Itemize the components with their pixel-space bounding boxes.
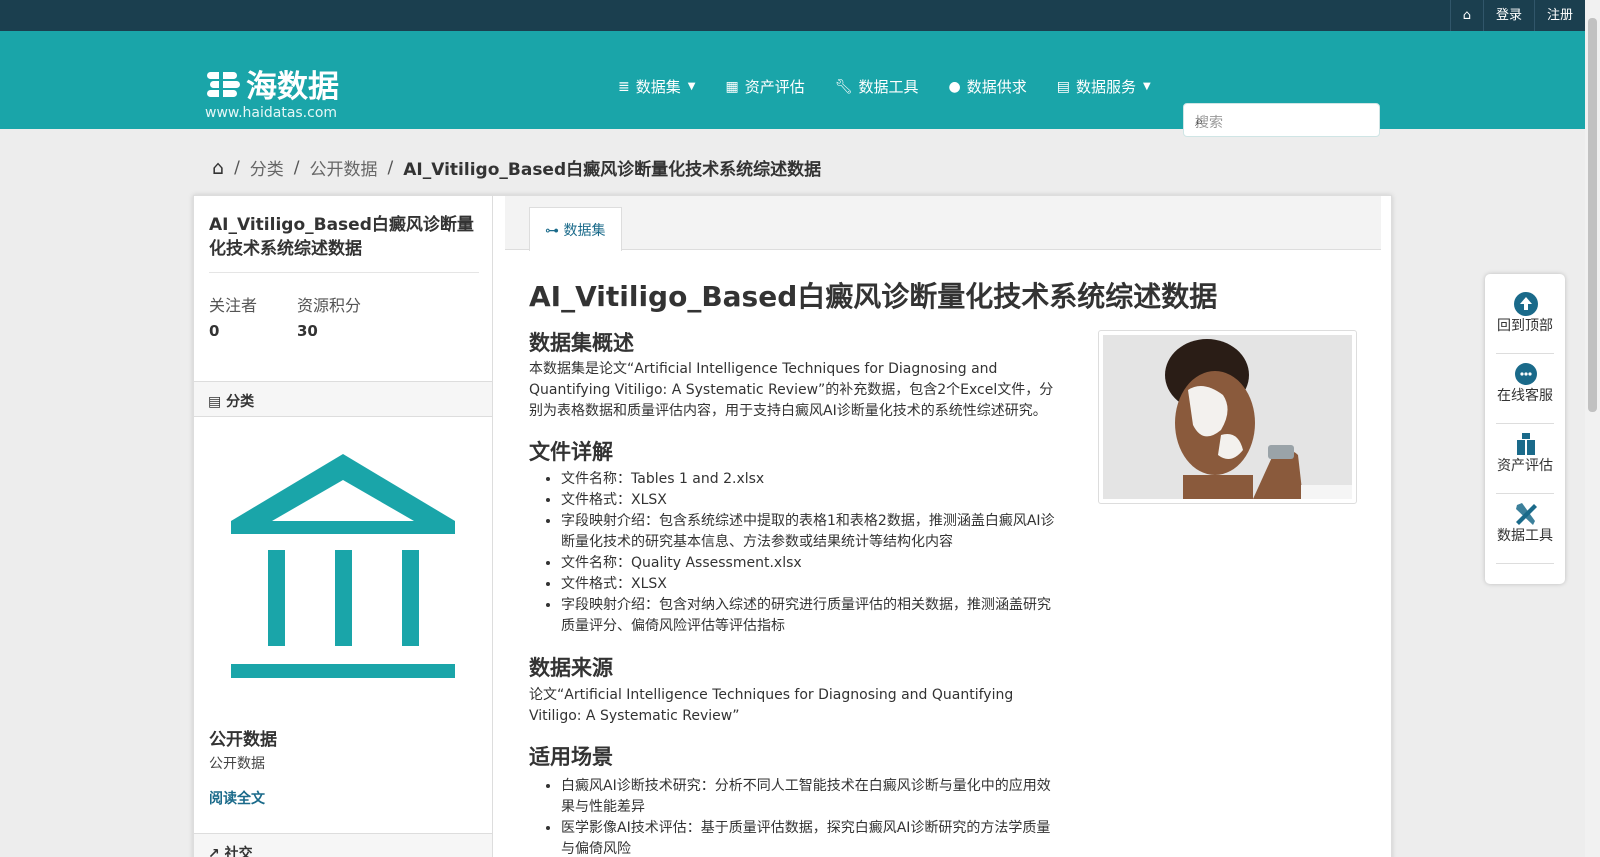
sidebar-title: AI_Vitiligo_Based白癜风诊断量化技术系统综述数据: [209, 215, 474, 259]
source-heading: 数据来源: [529, 656, 613, 680]
points-value: 30: [297, 322, 318, 340]
server-icon: ▤: [1056, 78, 1070, 95]
nav-datasets-label: 数据集: [635, 78, 681, 96]
institution-icon: [231, 454, 455, 682]
nav-asset-valuation-label: 资产评估: [744, 78, 805, 96]
top-links: ⌂ 登录 注册: [1449, 0, 1585, 31]
breadcrumb-current: AI_Vitiligo_Based白癜风诊断量化技术系统综述数据: [403, 160, 822, 180]
clipboard-icon: [1513, 431, 1539, 457]
asset-valuation-label: 资产评估: [1497, 458, 1553, 474]
online-support-label: 在线客服: [1497, 388, 1553, 404]
followers-label: 关注者: [209, 296, 258, 315]
files-list: 文件名称：Tables 1 and 2.xlsx 文件格式：XLSX 字段映射介…: [561, 469, 1064, 637]
calculator-icon: ▦: [725, 78, 739, 95]
source-text: 论文“Artificial Intelligence Techniques fo…: [529, 687, 1014, 724]
tab-bar: ⊶ 数据集: [505, 196, 1381, 251]
data-tools-button[interactable]: 数据工具: [1496, 501, 1554, 564]
caret-down-icon: ▼: [1142, 81, 1151, 92]
database-icon: ≣: [618, 78, 630, 95]
nav-data-supply[interactable]: ● 数据供求: [949, 76, 1027, 97]
login-link[interactable]: 登录: [1482, 0, 1534, 31]
page-scrollbar[interactable]: [1585, 0, 1600, 857]
list-item: 文件格式：XLSX: [561, 490, 1064, 511]
social-header-label: 社交: [224, 846, 253, 857]
category-name: 公开数据: [209, 730, 277, 750]
scrollbar-thumb[interactable]: [1588, 18, 1597, 412]
nav-data-supply-label: 数据供求: [966, 78, 1027, 96]
read-more-link[interactable]: 阅读全文: [209, 788, 265, 808]
category-section-header: ▤ 分类: [194, 381, 492, 417]
list-item: 白癜风AI诊断技术研究：分析不同人工智能技术在白癜风诊断与量化中的应用效果与性能…: [561, 776, 1064, 818]
nav-asset-valuation[interactable]: ▦ 资产评估: [725, 76, 804, 97]
sidebar: AI_Vitiligo_Based白癜风诊断量化技术系统综述数据 关注者 资源积…: [194, 196, 493, 857]
logo-mark-icon: [205, 69, 242, 99]
social-section-header: ↗ 社交: [194, 833, 492, 857]
breadcrumb-public-data[interactable]: 公开数据: [310, 155, 378, 180]
home-icon: ⌂: [1462, 8, 1471, 23]
followers-value: 0: [209, 322, 220, 340]
category-description: 公开数据: [209, 756, 265, 772]
list-item: 文件格式：XLSX: [561, 574, 1064, 595]
list-item: 字段映射介绍：包含对纳入综述的研究进行质量评估的相关数据，推测涵盖研究质量评分、…: [561, 595, 1064, 637]
home-icon[interactable]: ⌂: [212, 157, 224, 179]
nav-data-tools-label: 数据工具: [858, 78, 919, 96]
list-item: 字段映射介绍：包含系统综述中提取的表格1和表格2数据，推测涵盖白癜风AI诊断量化…: [561, 511, 1064, 553]
files-heading: 文件详解: [529, 440, 613, 464]
dataset-image: [1098, 330, 1357, 504]
list-item: 文件名称：Quality Assessment.xlsx: [561, 553, 1064, 574]
data-tools-label: 数据工具: [1497, 528, 1553, 544]
search-icon[interactable]: ⌕: [1195, 112, 1365, 130]
overview-heading: 数据集概述: [529, 331, 634, 355]
home-link[interactable]: ⌂: [1449, 0, 1483, 31]
nav-datasets[interactable]: ≣ 数据集 ▼: [618, 76, 695, 97]
logo-text: 海数据: [246, 69, 339, 105]
share-icon: ↗: [208, 846, 220, 857]
top-bar: ⌂ 登录 注册: [0, 0, 1585, 31]
dataset-photo: [1103, 335, 1352, 499]
dataset-title: AI_Vitiligo_Based白癜风诊断量化技术系统综述数据: [529, 280, 1218, 313]
floating-toolbar: 回到顶部 在线客服 资产评估 数据工具: [1485, 274, 1565, 584]
comment-icon: ●: [948, 78, 961, 95]
sitemap-icon: ⊶: [545, 223, 559, 239]
main-nav: ≣ 数据集 ▼ ▦ 资产评估 🔧︎ 数据工具 ● 数据供求 ▤ 数据服务 ▼: [618, 76, 1181, 97]
building-small-icon: ▤: [208, 394, 222, 410]
wrench-icon: 🔧︎: [834, 78, 853, 95]
usage-heading: 适用场景: [529, 745, 613, 769]
arrow-up-circle-icon: [1513, 291, 1539, 317]
site-logo[interactable]: 海数据: [205, 61, 339, 106]
tab-dataset[interactable]: ⊶ 数据集: [529, 207, 622, 251]
main-content: ⊶ 数据集 AI_Vitiligo_Based白癜风诊断量化技术系统综述数据 数…: [505, 196, 1381, 857]
online-support-button[interactable]: 在线客服: [1496, 361, 1554, 424]
nav-data-services[interactable]: ▤ 数据服务 ▼: [1057, 76, 1151, 97]
category-header-label: 分类: [226, 394, 255, 410]
breadcrumb: ⌂ / 分类 / 公开数据 / AI_Vitiligo_Based白癜风诊断量化…: [212, 155, 822, 181]
site-header: 海数据 www.haidatas.com ≣ 数据集 ▼ ▦ 资产评估 🔧︎ 数…: [0, 31, 1585, 137]
back-to-top-label: 回到顶部: [1497, 318, 1553, 334]
list-item: 医学影像AI技术评估：基于质量评估数据，探究白癜风AI诊断研究的方法学质量与偏倚…: [561, 818, 1064, 857]
headset-icon: [1513, 361, 1539, 387]
tools-icon: [1513, 501, 1539, 527]
logo-url: www.haidatas.com: [205, 105, 338, 121]
content-panel: AI_Vitiligo_Based白癜风诊断量化技术系统综述数据 关注者 资源积…: [193, 195, 1392, 857]
nav-data-tools[interactable]: 🔧︎ 数据工具: [835, 76, 919, 97]
usage-list: 白癜风AI诊断技术研究：分析不同人工智能技术在白癜风诊断与量化中的应用效果与性能…: [561, 776, 1064, 857]
register-link[interactable]: 注册: [1533, 0, 1585, 31]
list-item: 文件名称：Tables 1 and 2.xlsx: [561, 469, 1064, 490]
tab-dataset-label: 数据集: [563, 223, 606, 239]
points-label: 资源积分: [297, 296, 362, 315]
back-to-top-button[interactable]: 回到顶部: [1496, 291, 1554, 354]
overview-text: 本数据集是论文“Artificial Intelligence Techniqu…: [529, 361, 1054, 419]
nav-data-services-label: 数据服务: [1075, 78, 1136, 96]
search-input[interactable]: 搜索 ⌕: [1183, 103, 1380, 137]
asset-valuation-button[interactable]: 资产评估: [1496, 431, 1554, 494]
caret-down-icon: ▼: [687, 81, 696, 92]
breadcrumb-category[interactable]: 分类: [250, 155, 284, 180]
